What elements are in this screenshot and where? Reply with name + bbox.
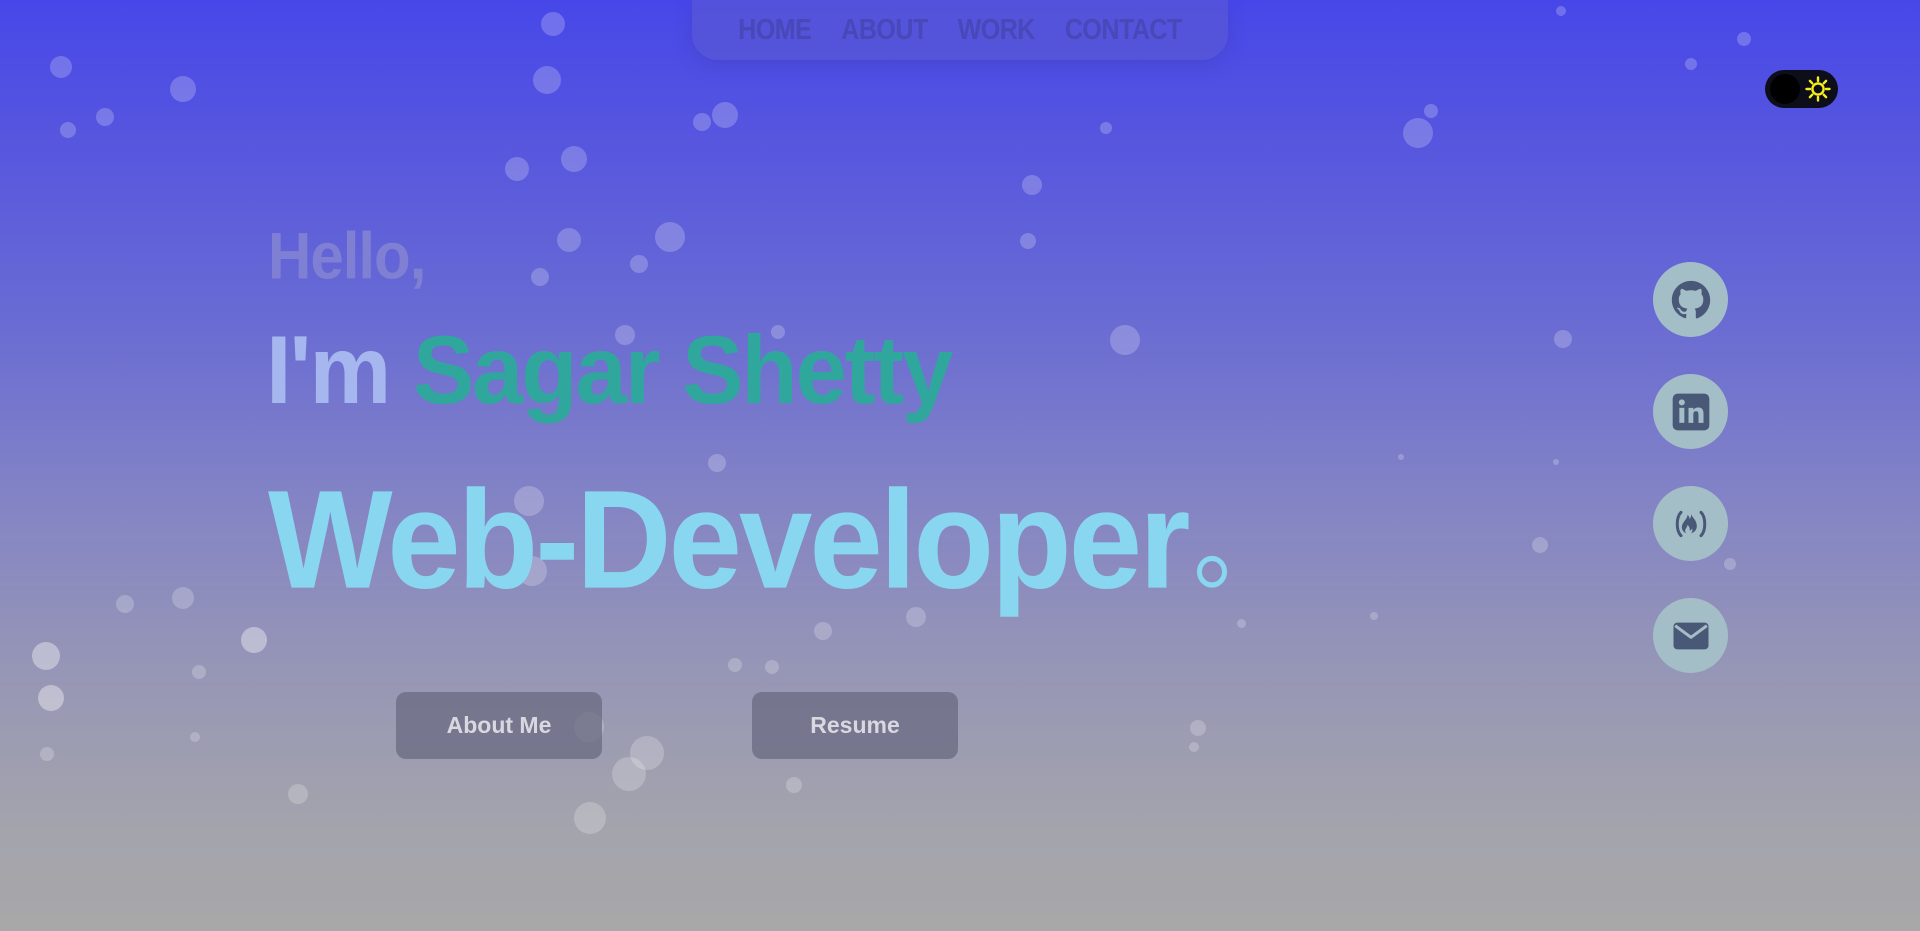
github-link[interactable] — [1653, 262, 1728, 337]
author-name: Sagar Shetty — [412, 316, 953, 424]
nav-work-link[interactable]: WORK — [958, 13, 1036, 46]
resume-button[interactable]: Resume — [752, 692, 958, 759]
theme-toggle[interactable] — [1765, 70, 1838, 108]
intro-heading: I'm Sagar Shetty — [266, 322, 953, 419]
role-dot — [1197, 555, 1228, 588]
intro-prefix: I'm — [266, 316, 413, 424]
github-icon — [1671, 280, 1710, 318]
nav-about-link[interactable]: ABOUT — [841, 13, 928, 46]
top-nav: HOME ABOUT WORK CONTACT — [692, 0, 1228, 60]
linkedin-icon — [1672, 393, 1709, 430]
toggle-knob — [1770, 74, 1800, 104]
role-text: Web-Developer — [268, 461, 1190, 618]
freecodecamp-icon — [1675, 510, 1706, 537]
nav-home-link[interactable]: HOME — [738, 13, 812, 46]
greeting-text: Hello, — [268, 219, 426, 293]
about-me-button[interactable]: About Me — [396, 692, 602, 759]
freecodecamp-link[interactable] — [1653, 486, 1728, 561]
role-heading: Web-Developer — [268, 469, 1228, 610]
linkedin-link[interactable] — [1653, 374, 1728, 449]
sun-icon — [1805, 76, 1831, 102]
email-icon — [1673, 622, 1708, 649]
nav-contact-link[interactable]: CONTACT — [1065, 13, 1182, 46]
email-link[interactable] — [1653, 598, 1728, 673]
